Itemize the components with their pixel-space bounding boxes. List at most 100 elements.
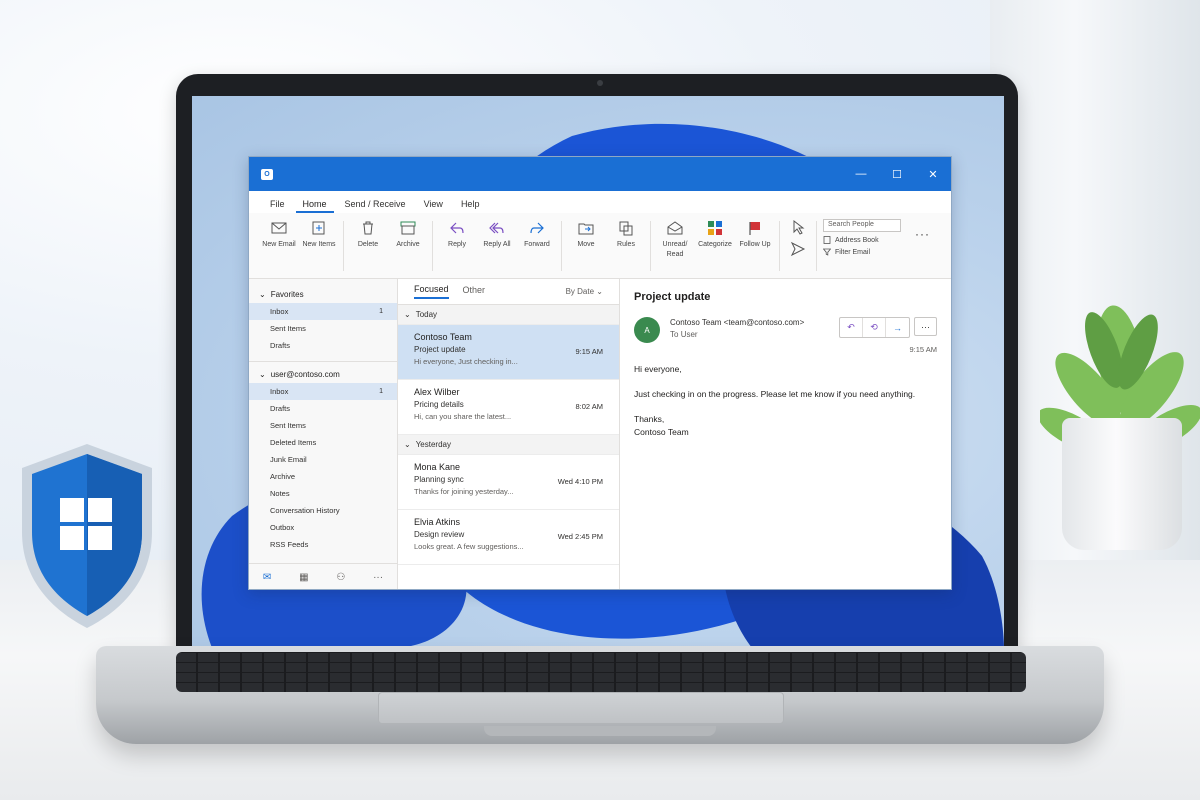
email-greeting: Hi everyone, bbox=[634, 364, 682, 374]
move-folder-icon bbox=[578, 223, 594, 235]
favorites-item-sent-items[interactable]: Sent Items bbox=[249, 320, 397, 337]
email-signature: Contoso Team bbox=[634, 427, 689, 437]
folder-item-conversation-history[interactable]: Conversation History bbox=[249, 502, 397, 519]
close-button[interactable]: ✕ bbox=[915, 157, 951, 191]
reply-label: Reply bbox=[448, 241, 466, 248]
new-email-label: New Email bbox=[262, 241, 296, 248]
calendar-icon[interactable]: ▦ bbox=[299, 572, 308, 583]
address-book-button[interactable]: Address Book bbox=[823, 236, 901, 244]
outlook-window: O — ☐ ✕ File Home Send / Receive View He… bbox=[248, 156, 952, 590]
group-header-yesterday[interactable]: ⌄ Yesterday bbox=[398, 435, 619, 455]
ribbon-more-button[interactable]: ··· bbox=[907, 217, 938, 251]
module-switcher: ✉ ▦ ⚇ ··· bbox=[249, 563, 397, 589]
folder-label: Inbox bbox=[270, 387, 289, 396]
folder-item-rss-feeds[interactable]: RSS Feeds bbox=[249, 536, 397, 553]
message-sender: Elvia Atkins bbox=[414, 517, 461, 527]
categorize-button[interactable]: Categorize bbox=[696, 217, 734, 250]
filter-email-button[interactable]: Filter Email bbox=[823, 248, 901, 256]
tab-view[interactable]: View bbox=[417, 199, 450, 213]
tab-file[interactable]: File bbox=[263, 199, 292, 213]
reply-all-label: Reply All bbox=[483, 241, 511, 248]
send-icon bbox=[790, 241, 806, 257]
shield-windows-logo-icon bbox=[22, 444, 152, 628]
mail-icon[interactable]: ✉ bbox=[263, 572, 271, 583]
ribbon-group-respond: Reply Reply All Forward bbox=[433, 217, 561, 273]
move-button[interactable]: Move bbox=[567, 217, 605, 250]
maximize-button[interactable]: ☐ bbox=[879, 157, 915, 191]
tab-help[interactable]: Help bbox=[454, 199, 487, 213]
message-list: Focused Other By Date ⌄ ⌄ Today Contoso … bbox=[398, 279, 620, 589]
cursor-icon bbox=[793, 219, 805, 235]
reply-all-button[interactable]: Reply All bbox=[478, 217, 516, 250]
forward-button[interactable]: → bbox=[886, 318, 909, 337]
reply-button[interactable]: Reply bbox=[438, 217, 476, 250]
folder-item-sent-items[interactable]: Sent Items bbox=[249, 417, 397, 434]
favorites-item-drafts[interactable]: Drafts bbox=[249, 337, 397, 354]
laptop-trackpad bbox=[378, 692, 784, 724]
email-actions: ↶ ⟲ → ··· bbox=[839, 317, 937, 338]
avatar[interactable]: A bbox=[634, 317, 660, 343]
folder-label: Drafts bbox=[270, 404, 291, 413]
list-item[interactable]: Mona Kane Planning sync Thanks for joini… bbox=[398, 455, 619, 510]
folder-item-junk-email[interactable]: Junk Email bbox=[249, 451, 397, 468]
forward-button[interactable]: Forward bbox=[518, 217, 556, 250]
tab-focused[interactable]: Focused bbox=[414, 284, 449, 299]
ribbon-group-delete: Delete Archive bbox=[344, 217, 432, 273]
folder-item-outbox[interactable]: Outbox bbox=[249, 519, 397, 536]
delete-button[interactable]: Delete bbox=[349, 217, 387, 250]
people-icon[interactable]: ⚇ bbox=[336, 572, 345, 583]
reply-all-button[interactable]: ⟲ bbox=[863, 318, 886, 337]
folder-label: Drafts bbox=[270, 341, 291, 350]
archive-button[interactable]: Archive bbox=[389, 217, 427, 250]
main-area: ⌄ Favorites Inbox 1 Sent Items Drafts ⌄ … bbox=[249, 279, 951, 589]
forward-label: Forward bbox=[524, 241, 550, 248]
immersive-reader-button[interactable] bbox=[785, 217, 811, 261]
tab-home[interactable]: Home bbox=[295, 199, 334, 213]
new-email-button[interactable]: New Email bbox=[260, 217, 298, 250]
more-actions-button[interactable]: ··· bbox=[914, 317, 937, 336]
outlook-logo-icon: O bbox=[261, 168, 273, 180]
account-header[interactable]: ⌄ user@contoso.com bbox=[249, 362, 397, 383]
sort-dropdown[interactable]: By Date ⌄ bbox=[566, 287, 603, 296]
group-header-today[interactable]: ⌄ Today bbox=[398, 305, 619, 325]
folder-item-archive[interactable]: Archive bbox=[249, 468, 397, 485]
tab-other[interactable]: Other bbox=[463, 285, 486, 298]
new-items-button[interactable]: New Items bbox=[300, 217, 338, 250]
message-sender: Alex Wilber bbox=[414, 387, 460, 397]
folder-label: Conversation History bbox=[270, 506, 340, 515]
list-item[interactable]: Alex Wilber Pricing details Hi, can you … bbox=[398, 380, 619, 435]
search-people-input[interactable]: Search People bbox=[823, 219, 901, 232]
to-value[interactable]: User bbox=[681, 330, 698, 339]
list-item[interactable]: Contoso Team Project update Hi everyone,… bbox=[398, 325, 619, 380]
ribbon-group-move: Move Rules bbox=[562, 217, 650, 273]
new-items-label: New Items bbox=[302, 241, 336, 248]
email-sender[interactable]: Contoso Team <team@contoso.com> bbox=[670, 317, 804, 329]
window-controls: — ☐ ✕ bbox=[843, 157, 951, 191]
filter-icon bbox=[823, 248, 831, 256]
email-header: A Contoso Team <team@contoso.com> To Use… bbox=[634, 317, 937, 343]
unread-count: 1 bbox=[379, 308, 383, 315]
account-label: user@contoso.com bbox=[270, 370, 340, 379]
more-apps-icon[interactable]: ··· bbox=[373, 572, 383, 583]
follow-up-button[interactable]: Follow Up bbox=[736, 217, 774, 250]
folder-item-deleted-items[interactable]: Deleted Items bbox=[249, 434, 397, 451]
folder-item-inbox[interactable]: Inbox 1 bbox=[249, 383, 397, 400]
minimize-button[interactable]: — bbox=[843, 157, 879, 191]
tab-send-receive[interactable]: Send / Receive bbox=[338, 199, 413, 213]
reading-pane: Project update A Contoso Team <team@cont… bbox=[620, 279, 951, 589]
message-time: 9:15 AM bbox=[575, 347, 603, 356]
list-item[interactable]: Elvia Atkins Design review Looks great. … bbox=[398, 510, 619, 565]
reply-button[interactable]: ↶ bbox=[840, 318, 863, 337]
folder-item-drafts[interactable]: Drafts bbox=[249, 400, 397, 417]
rules-label: Rules bbox=[617, 241, 635, 248]
ribbon-toolbar: New Email New Items Delete Archive Reply bbox=[249, 213, 951, 279]
folder-item-notes[interactable]: Notes bbox=[249, 485, 397, 502]
title-bar: O — ☐ ✕ bbox=[249, 157, 951, 191]
unread-read-button[interactable]: Unread/ Read bbox=[656, 217, 694, 260]
folder-label: RSS Feeds bbox=[270, 540, 309, 549]
filter-email-label: Filter Email bbox=[835, 248, 871, 256]
favorites-item-inbox[interactable]: Inbox 1 bbox=[249, 303, 397, 320]
favorites-header[interactable]: ⌄ Favorites bbox=[249, 279, 397, 303]
email-body: Hi everyone, Just checking in on the pro… bbox=[634, 363, 937, 439]
rules-button[interactable]: Rules bbox=[607, 217, 645, 250]
